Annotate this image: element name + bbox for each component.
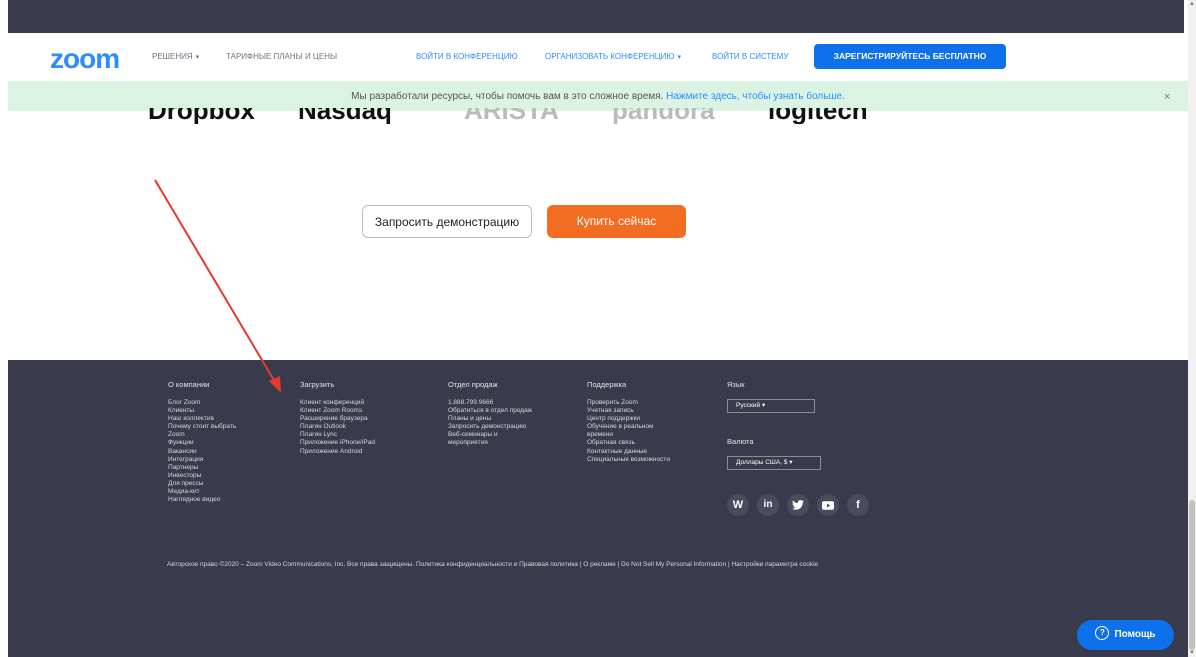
annotation-arrow-icon (154, 179, 281, 393)
scrollbar-thumb[interactable] (1189, 500, 1195, 650)
scroll-up-icon[interactable]: ▲ (1188, 0, 1196, 8)
page-scrollbar[interactable]: ▲ ▼ (1188, 0, 1196, 657)
scroll-down-icon[interactable]: ▼ (1188, 649, 1196, 657)
